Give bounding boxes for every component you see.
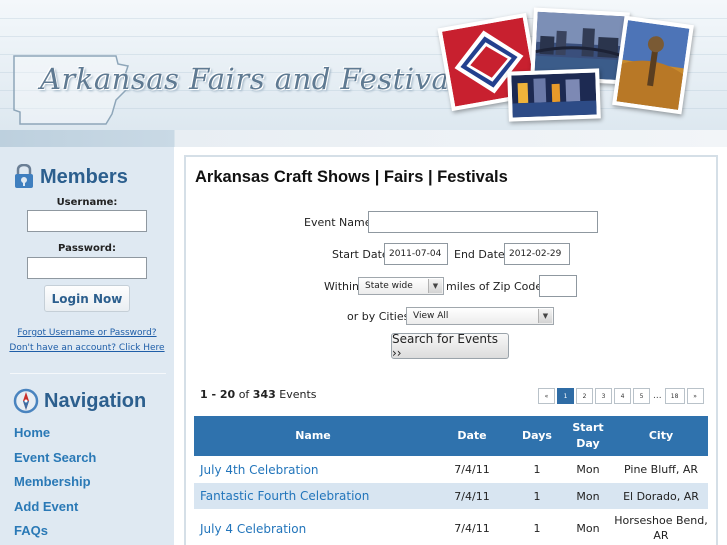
cities-select[interactable]: View All ▼: [406, 307, 554, 325]
username-input[interactable]: [27, 210, 147, 232]
column-header-city[interactable]: City: [614, 416, 708, 456]
column-header-start-day[interactable]: Start Day: [562, 416, 614, 456]
pager-page-2[interactable]: 2: [576, 388, 593, 404]
lock-user-icon: [15, 164, 33, 188]
column-header-start-day-line2: Day: [576, 437, 600, 450]
zip-label: miles of Zip Code:: [446, 280, 546, 293]
pager-page-3[interactable]: 3: [595, 388, 612, 404]
navigation-heading: Navigation: [12, 387, 146, 415]
nav-item-add-event[interactable]: Add Event: [14, 499, 96, 524]
city-night-photo: [507, 68, 601, 122]
header-divider: [0, 130, 727, 147]
distance-select[interactable]: State wide ▼: [358, 277, 444, 295]
results-total: 343: [252, 388, 276, 401]
start-date-input[interactable]: 2011-07-04: [384, 243, 448, 265]
event-start-day: Mon: [562, 456, 614, 483]
event-name-link[interactable]: July 4th Celebration: [194, 456, 432, 483]
results-of: of: [238, 388, 250, 401]
event-days: 1: [512, 483, 562, 509]
pager-prev-button[interactable]: «: [538, 388, 555, 404]
event-city: El Dorado, AR: [614, 483, 708, 509]
nav-item-event-search[interactable]: Event Search: [14, 450, 96, 475]
nav-item-home[interactable]: Home: [14, 425, 96, 450]
main-content: Arkansas Craft Shows | Fairs | Festivals…: [184, 155, 718, 545]
column-header-days[interactable]: Days: [512, 416, 562, 456]
within-label: Within: [324, 280, 360, 293]
pager-page-4[interactable]: 4: [614, 388, 631, 404]
event-date: 7/4/11: [432, 509, 512, 545]
event-name-link[interactable]: July 4 Celebration: [194, 509, 432, 545]
event-days: 1: [512, 456, 562, 483]
event-date: 7/4/11: [432, 456, 512, 483]
password-label: Password:: [58, 243, 116, 254]
results-range: 1 - 20: [200, 388, 236, 401]
column-header-name[interactable]: Name: [194, 416, 432, 456]
pager-next-button[interactable]: »: [686, 388, 704, 404]
search-events-button[interactable]: Search for Events ››: [391, 332, 509, 360]
event-city-line1: Horseshoe Bend,: [614, 514, 708, 528]
signup-link[interactable]: Don't have an account? Click Here: [0, 343, 174, 353]
site-header: Arkansas Fairs and Festivals: [0, 0, 727, 130]
event-name-label: Event Name: [304, 216, 372, 229]
zip-code-input[interactable]: [539, 275, 577, 297]
members-heading-label: Members: [40, 165, 128, 188]
cities-label: or by Cities: [347, 310, 410, 323]
pager-page-last[interactable]: 18: [664, 388, 685, 404]
event-start-day: Mon: [562, 509, 614, 545]
event-days: 1: [512, 509, 562, 545]
login-button[interactable]: Login Now: [44, 285, 130, 312]
event-name-link[interactable]: Fantastic Fourth Celebration: [194, 483, 432, 509]
cities-select-value: View All: [413, 311, 449, 321]
pager-ellipsis: ...: [653, 391, 662, 401]
events-table: Name Date Days Start Day City July 4th C…: [194, 416, 708, 545]
navigation-menu: Home Event Search Membership Add Event F…: [14, 425, 96, 545]
results-count: 1 - 20 of 343 Events: [200, 388, 317, 401]
pagination: « 1 2 3 4 5 ... 18 »: [538, 388, 704, 404]
members-heading: Members: [12, 164, 128, 190]
end-date-label: End Date: [454, 248, 505, 261]
nav-item-membership[interactable]: Membership: [14, 474, 96, 499]
event-date: 7/4/11: [432, 483, 512, 509]
end-date-input[interactable]: 2012-02-29: [504, 243, 570, 265]
distance-select-value: State wide: [365, 281, 413, 291]
column-header-start-day-line1: Start: [572, 421, 604, 435]
table-header-row: Name Date Days Start Day City: [194, 416, 708, 456]
table-row: July 4th Celebration 7/4/11 1 Mon Pine B…: [194, 456, 708, 483]
compass-icon: [13, 388, 39, 414]
forgot-credentials-link[interactable]: Forgot Username or Password?: [0, 328, 174, 338]
sidebar-divider: [10, 373, 166, 374]
chevron-down-icon: ▼: [538, 309, 552, 323]
start-date-label: Start Date: [332, 248, 389, 261]
event-start-day: Mon: [562, 483, 614, 509]
chevron-down-icon: ▼: [428, 279, 442, 293]
results-suffix: Events: [279, 388, 317, 401]
password-input[interactable]: [27, 257, 147, 279]
event-city: Horseshoe Bend, AR: [614, 509, 708, 545]
page-title: Arkansas Craft Shows | Fairs | Festivals: [195, 168, 508, 186]
sunset-field-photo: [612, 15, 694, 115]
pager-page-1[interactable]: 1: [557, 388, 574, 404]
table-row: July 4 Celebration 7/4/11 1 Mon Horsesho…: [194, 509, 708, 545]
event-city: Pine Bluff, AR: [614, 456, 708, 483]
sidebar: Members Username: Password: Login Now Fo…: [0, 147, 174, 545]
pager-page-5[interactable]: 5: [633, 388, 650, 404]
event-name-input[interactable]: [368, 211, 598, 233]
nav-item-faqs[interactable]: FAQs: [14, 523, 96, 545]
navigation-heading-label: Navigation: [44, 389, 147, 412]
event-city-line2: AR: [653, 529, 669, 542]
username-label: Username:: [56, 197, 118, 208]
column-header-date[interactable]: Date: [432, 416, 512, 456]
site-title[interactable]: Arkansas Fairs and Festivals: [40, 62, 474, 96]
table-row: Fantastic Fourth Celebration 7/4/11 1 Mo…: [194, 483, 708, 509]
